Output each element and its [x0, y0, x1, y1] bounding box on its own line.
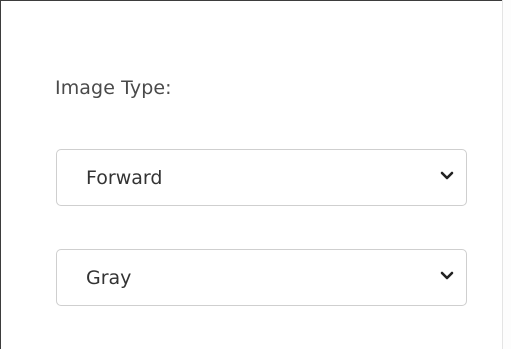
image-type-label: Image Type: — [55, 77, 172, 99]
image-direction-select[interactable]: Forward — [56, 149, 467, 206]
settings-panel: Image Type: Forward Gray — [0, 0, 511, 349]
adjacent-panel-edge — [503, 0, 511, 349]
chevron-down-icon — [440, 171, 454, 180]
image-direction-value: Forward — [86, 167, 163, 189]
image-color-value: Gray — [86, 267, 132, 289]
image-color-select[interactable]: Gray — [56, 249, 467, 306]
chevron-down-icon — [440, 271, 454, 280]
